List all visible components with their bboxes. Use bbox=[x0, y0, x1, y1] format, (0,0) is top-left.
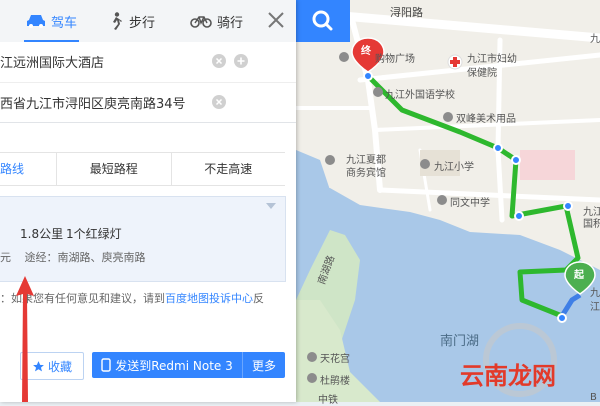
walk-icon bbox=[113, 12, 122, 30]
bike-icon bbox=[190, 16, 212, 28]
send-label: 发送到Redmi Note 3 bbox=[115, 358, 233, 373]
start-input-row: 江远洲国际大酒店 bbox=[0, 42, 296, 82]
end-marker-label: 终 bbox=[361, 46, 371, 57]
route-via-line: 元 途经：南湖路、庾亮南路 bbox=[0, 249, 146, 265]
favorite-label: 收藏 bbox=[47, 359, 72, 374]
add-waypoint-icon[interactable] bbox=[234, 54, 248, 68]
more-label: 更多 bbox=[251, 358, 276, 373]
map-label-palace: 天花宫 bbox=[320, 354, 350, 365]
travel-mode-bar: 驾车 步行 骑行 bbox=[0, 0, 296, 43]
route-preference-tabs: 路线 最短路程 不走高速 bbox=[0, 152, 285, 186]
map-label-middle: 同文中学 bbox=[450, 198, 490, 209]
hospital-icon bbox=[447, 54, 463, 70]
map-label-pavilion: 杜鹃楼 bbox=[320, 376, 350, 387]
map-label-road: 浔阳路 bbox=[390, 6, 423, 19]
clear-icon[interactable] bbox=[212, 95, 226, 109]
start-input[interactable]: 江远洲国际大酒店 bbox=[0, 52, 104, 71]
search-button[interactable] bbox=[296, 0, 350, 42]
tab-recommended[interactable]: 路线 bbox=[0, 153, 57, 185]
poi-shop-icon bbox=[339, 52, 349, 62]
mode-car[interactable]: 驾车 bbox=[24, 9, 80, 42]
mode-bike-label: 骑行 bbox=[217, 15, 244, 31]
route-node bbox=[557, 313, 567, 323]
search-icon bbox=[312, 10, 333, 31]
route-via: 途经：南湖路、庾亮南路 bbox=[24, 251, 146, 264]
map-label-right4: 江 bbox=[590, 302, 600, 313]
feedback-link[interactable]: 百度地图投诉中心 bbox=[165, 292, 253, 305]
poi-art-icon bbox=[443, 112, 453, 122]
map-label-hospital-2: 保健院 bbox=[467, 68, 497, 79]
feedback-suffix: 反 bbox=[253, 292, 264, 305]
start-marker-label: 起 bbox=[574, 270, 584, 281]
chevron-down-icon[interactable] bbox=[266, 203, 276, 209]
map-label-right3: 九 bbox=[590, 288, 600, 299]
more-button[interactable]: 更多 bbox=[242, 352, 285, 378]
poi-school-icon bbox=[437, 195, 447, 205]
route-distance: 1.8公里 bbox=[20, 227, 64, 241]
route-node bbox=[363, 71, 373, 81]
poi-school-icon bbox=[420, 159, 430, 169]
route-cost: 元 bbox=[0, 251, 11, 264]
map-label-right-a: B bbox=[590, 392, 597, 403]
end-input-row: 西省九江市浔阳区庾亮南路34号 bbox=[0, 82, 296, 123]
car-icon bbox=[27, 15, 45, 28]
poi-pavilion-icon bbox=[307, 373, 317, 383]
mode-walk-label: 步行 bbox=[129, 15, 156, 31]
tab-shortest[interactable]: 最短路程 bbox=[57, 153, 172, 185]
route-summary-card[interactable]: 1.8公里 1个红绿灯 元 途经：南湖路、庾亮南路 bbox=[0, 196, 286, 282]
route-panel: 驾车 步行 骑行 江远洲国际大酒店 西省九江市浔阳区庾亮南路34号 路线 最短路… bbox=[0, 0, 296, 402]
watermark: 云南龙网 bbox=[460, 362, 556, 390]
annotation-arrow-icon bbox=[16, 276, 34, 402]
mode-walk[interactable]: 步行 bbox=[108, 9, 155, 33]
route-node bbox=[514, 211, 524, 221]
clear-icon[interactable] bbox=[212, 54, 226, 68]
map-label-hotel-2: 商务宾馆 bbox=[346, 168, 386, 179]
send-to-phone-button[interactable]: 发送到Redmi Note 3 bbox=[92, 352, 242, 378]
map-label-art: 双峰美术用品 bbox=[456, 114, 516, 125]
map-label-right2: 国积 bbox=[583, 219, 600, 230]
poi-school-icon bbox=[373, 87, 383, 97]
route-actions: 收藏 发送到Redmi Note 3 更多 bbox=[0, 346, 296, 386]
mode-car-label: 驾车 bbox=[51, 15, 78, 31]
map-label-primary: 九江小学 bbox=[434, 162, 474, 173]
mode-bike[interactable]: 骑行 bbox=[190, 9, 243, 33]
map-label-shop: 购物广场 bbox=[375, 54, 415, 65]
map-label-bottom: 中铁 bbox=[318, 395, 338, 406]
tab-no-highway[interactable]: 不走高速 bbox=[172, 153, 286, 185]
route-node bbox=[563, 201, 573, 211]
map-label-school: 九江外国语学校 bbox=[385, 90, 455, 101]
map-label-hospital: 九江市妇幼 bbox=[467, 54, 517, 65]
end-input[interactable]: 西省九江市浔阳区庾亮南路34号 bbox=[0, 93, 186, 112]
route-node bbox=[493, 143, 503, 153]
route-inputs: 江远洲国际大酒店 西省九江市浔阳区庾亮南路34号 bbox=[0, 42, 296, 123]
map-label-top: 九 bbox=[590, 34, 600, 45]
phone-icon bbox=[101, 358, 111, 372]
route-traffic-lights: 1个红绿灯 bbox=[66, 227, 122, 241]
map-label-lake: 南门湖 bbox=[440, 334, 480, 349]
poi-hotel-icon bbox=[325, 155, 335, 165]
poi-temple-icon bbox=[307, 352, 317, 362]
route-node bbox=[511, 155, 521, 165]
close-icon[interactable] bbox=[264, 8, 288, 32]
